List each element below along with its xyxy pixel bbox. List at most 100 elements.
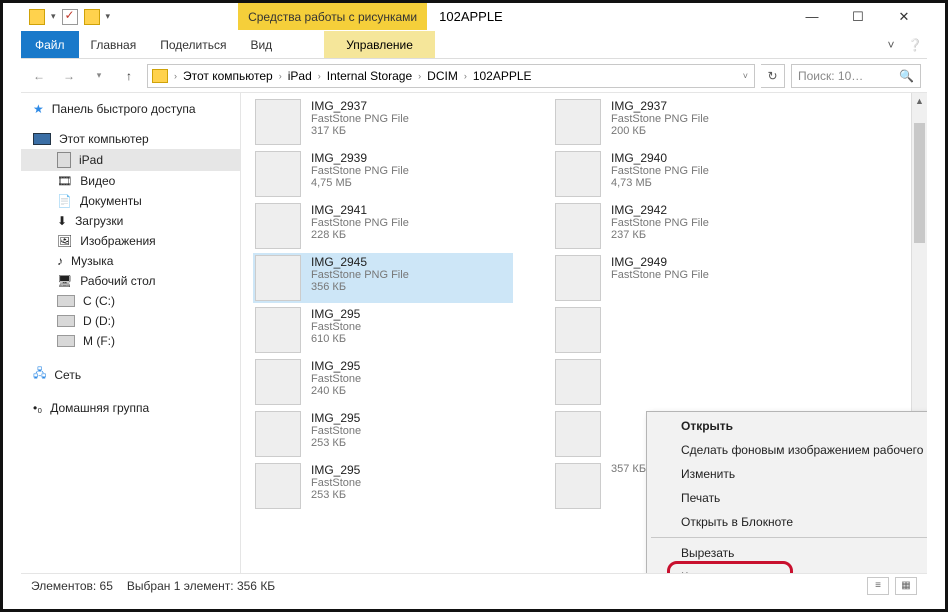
sidebar-item-videos[interactable]: 🎞 Видео [21,171,240,191]
sidebar-item-desktop[interactable]: 🖥 Рабочий стол [21,271,240,291]
video-icon: 🎞 [57,174,72,188]
file-size: 240 КБ [311,385,361,397]
up-button[interactable]: ↑ [117,64,141,88]
file-item[interactable]: IMG_2937FastStone PNG File200 КБ [553,97,813,147]
close-button[interactable]: ✕ [881,3,927,30]
file-item[interactable]: IMG_2939FastStone PNG File4,75 МБ [253,149,513,199]
file-item[interactable]: IMG_295FastStone610 КБ [253,305,513,355]
breadcrumb-segment[interactable]: Internal Storage [325,69,414,83]
breadcrumb-segment[interactable]: Этот компьютер [181,69,275,83]
file-size: 228 КБ [311,229,409,241]
file-item[interactable]: IMG_2937FastStone PNG File317 КБ [253,97,513,147]
file-item[interactable]: IMG_295FastStone240 КБ [253,357,513,407]
drive-icon [57,295,75,307]
qat-dropdown-icon[interactable]: ▾ [51,11,56,22]
qat-customize-icon[interactable]: ▾ [106,11,111,22]
tab-home[interactable]: Главная [79,31,149,58]
file-item[interactable]: IMG_2940FastStone PNG File4,73 МБ [553,149,813,199]
context-menu: Открыть Сделать фоновым изображением раб… [646,411,927,573]
file-size: 317 КБ [311,125,409,137]
chevron-right-icon[interactable]: › [462,71,469,81]
file-item[interactable]: IMG_2942FastStone PNG File237 КБ [553,201,813,251]
file-thumbnail [255,99,301,145]
scroll-up-icon[interactable]: ▲ [912,93,927,109]
sidebar-item-drive-m[interactable]: M (F:) [21,331,240,351]
tab-share[interactable]: Поделиться [148,31,238,58]
tab-view[interactable]: Вид [238,31,284,58]
sidebar-network[interactable]: 🖧 Сеть [21,361,240,388]
file-name: IMG_2941 [311,203,409,217]
recent-locations-icon[interactable]: ▾ [87,64,111,88]
this-pc[interactable]: Этот компьютер [21,129,240,149]
ribbon-tabs: Файл Главная Поделиться Вид Управление ˅… [21,31,927,59]
file-item[interactable] [553,305,813,355]
file-item[interactable]: IMG_295FastStone253 КБ [253,409,513,459]
window-title: 102APPLE [427,3,789,30]
file-item[interactable] [553,357,813,407]
menu-edit[interactable]: Изменить [649,462,927,486]
music-icon: ♪ [57,254,63,268]
file-item[interactable]: IMG_2941FastStone PNG File228 КБ [253,201,513,251]
file-list[interactable]: IMG_2937FastStone PNG File317 КБIMG_2939… [241,93,927,573]
file-type: FastStone [311,425,361,437]
scroll-thumb[interactable] [914,123,925,243]
file-size: 253 КБ [311,489,361,501]
breadcrumb-segment[interactable]: 102APPLE [471,69,534,83]
search-placeholder: Поиск: 10… [798,69,863,83]
file-type: FastStone PNG File [611,113,709,125]
forward-button[interactable]: → [57,64,81,88]
sidebar-item-documents[interactable]: 📄 Документы [21,191,240,211]
file-size: 200 КБ [611,125,709,137]
menu-set-wallpaper[interactable]: Сделать фоновым изображением рабочего ст… [649,438,927,462]
file-name: IMG_2942 [611,203,709,217]
ribbon-expand-icon[interactable]: ˅ [879,31,903,58]
properties-icon[interactable] [62,9,78,25]
file-item[interactable]: IMG_295FastStone253 КБ [253,461,513,511]
quick-access[interactable]: ★ Панель быстрого доступа [21,99,240,119]
menu-open-notepad[interactable]: Открыть в Блокноте [649,510,927,534]
chevron-right-icon[interactable]: › [172,71,179,81]
navigation-pane: ★ Панель быстрого доступа Этот компьютер… [21,93,241,573]
file-type: FastStone PNG File [611,165,709,177]
sidebar-item-ipad[interactable]: iPad [21,149,240,171]
file-thumbnail [255,255,301,301]
help-icon[interactable]: ❔ [903,31,927,58]
menu-open[interactable]: Открыть [649,414,927,438]
file-type: FastStone PNG File [611,217,709,229]
file-item[interactable]: IMG_2949FastStone PNG File [553,253,813,303]
star-icon: ★ [33,102,44,116]
navigation-bar: ← → ▾ ↑ › Этот компьютер › iPad › Intern… [21,59,927,93]
tab-manage[interactable]: Управление [324,31,435,58]
sidebar-item-pictures[interactable]: 🖼 Изображения [21,231,240,251]
address-bar[interactable]: › Этот компьютер › iPad › Internal Stora… [147,64,755,88]
breadcrumb-segment[interactable]: DCIM [425,69,460,83]
back-button[interactable]: ← [27,64,51,88]
file-type: FastStone PNG File [311,165,409,177]
sidebar-item-downloads[interactable]: ⬇ Загрузки [21,211,240,231]
view-thumbnails-button[interactable]: ▦ [895,577,917,595]
sidebar-homegroup[interactable]: •⁠₀ Домашняя группа [21,398,240,418]
file-tab[interactable]: Файл [21,31,79,58]
menu-print[interactable]: Печать [649,486,927,510]
refresh-button[interactable]: ↻ [761,64,785,88]
address-dropdown-icon[interactable]: ˅ [741,71,750,81]
chevron-right-icon[interactable]: › [416,71,423,81]
breadcrumb-segment[interactable]: iPad [286,69,314,83]
file-thumbnail [255,203,301,249]
search-input[interactable]: Поиск: 10… 🔍 [791,64,921,88]
chevron-right-icon[interactable]: › [316,71,323,81]
file-size: 610 КБ [311,333,361,345]
maximize-button[interactable]: ☐ [835,3,881,30]
file-item[interactable]: IMG_2945FastStone PNG File356 КБ [253,253,513,303]
view-details-button[interactable]: ≡ [867,577,889,595]
sidebar-item-drive-c[interactable]: C (C:) [21,291,240,311]
menu-separator [651,537,927,538]
file-type: FastStone PNG File [611,269,709,281]
minimize-button[interactable]: — [789,3,835,30]
menu-cut[interactable]: Вырезать [649,541,927,565]
menu-copy[interactable]: Копировать [649,565,927,573]
chevron-right-icon[interactable]: › [277,71,284,81]
new-folder-icon[interactable] [84,9,100,25]
sidebar-item-music[interactable]: ♪ Музыка [21,251,240,271]
sidebar-item-drive-d[interactable]: D (D:) [21,311,240,331]
